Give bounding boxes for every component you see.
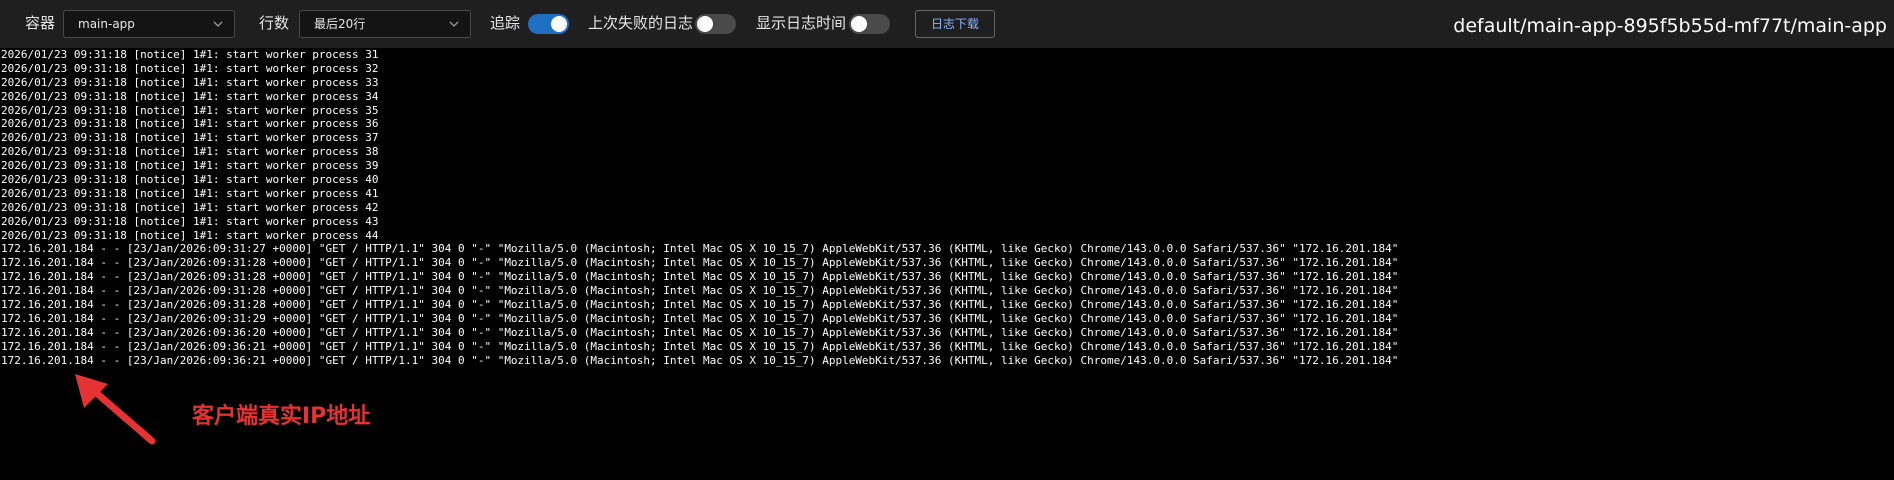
log-line: 2026/01/23 09:31:18 [notice] 1#1: start … — [1, 48, 379, 61]
previous-logs-label: 上次失败的日志 — [588, 14, 694, 32]
follow-toggle[interactable] — [528, 14, 569, 34]
previous-logs-toggle[interactable] — [695, 14, 736, 34]
red-arrow-icon — [75, 374, 156, 445]
log-line: 2026/01/23 09:31:18 [notice] 1#1: start … — [1, 75, 379, 89]
log-line: 172.16.201.184 - - [23/Jan/2026:09:31:28… — [1, 256, 1399, 270]
lines-select-value: 最后20行 — [314, 17, 366, 31]
log-line: 2026/01/23 09:31:18 [notice] 1#1: start … — [1, 145, 379, 159]
toggle-knob — [851, 16, 867, 32]
log-line: 2026/01/23 09:31:18 [notice] 1#1: start … — [1, 61, 379, 75]
lines-select[interactable]: 最后20行 — [299, 10, 471, 38]
timestamps-toggle[interactable] — [849, 14, 890, 34]
log-line: 2026/01/23 09:31:18 [notice] 1#1: start … — [1, 131, 379, 145]
annotation-label: 客户端真实IP地址 — [192, 404, 371, 429]
log-viewer: 容器 main-app 行数 最后20行 追踪 上次失败的日志 显示日志时间 日… — [0, 0, 1894, 480]
pod-container-path: default/main-app-895f5b55d-mf77t/main-ap… — [1453, 15, 1887, 37]
log-line: 172.16.201.184 - - [23/Jan/2026:09:31:28… — [1, 284, 1399, 298]
log-line: 172.16.201.184 - - [23/Jan/2026:09:31:28… — [1, 270, 1399, 284]
log-line: 172.16.201.184 - - [23/Jan/2026:09:31:27… — [1, 242, 1399, 256]
log-lines: 2026/01/23 09:31:18 [notice] 1#1: start … — [1, 48, 1398, 367]
container-select[interactable]: main-app — [63, 10, 235, 38]
log-toolbar: 容器 main-app 行数 最后20行 追踪 上次失败的日志 显示日志时间 日… — [0, 0, 1894, 48]
chevron-down-icon — [213, 21, 223, 27]
log-line: 172.16.201.184 - - [23/Jan/2026:09:36:20… — [1, 325, 1399, 339]
timestamps-label: 显示日志时间 — [756, 14, 847, 32]
log-line: 2026/01/23 09:31:18 [notice] 1#1: start … — [1, 159, 379, 173]
log-line: 172.16.201.184 - - [23/Jan/2026:09:36:21… — [1, 353, 1399, 367]
chevron-down-icon — [449, 21, 459, 27]
log-line: 172.16.201.184 - - [23/Jan/2026:09:31:28… — [1, 298, 1399, 312]
lines-label: 行数 — [259, 14, 290, 32]
follow-label: 追踪 — [490, 14, 521, 32]
toggle-knob — [551, 16, 567, 32]
log-line: 172.16.201.184 - - [23/Jan/2026:09:36:21… — [1, 339, 1399, 353]
toggle-knob — [697, 16, 713, 32]
log-line: 2026/01/23 09:31:18 [notice] 1#1: start … — [1, 103, 379, 117]
log-line: 2026/01/23 09:31:18 [notice] 1#1: start … — [1, 214, 379, 228]
container-select-value: main-app — [78, 17, 135, 31]
download-logs-button[interactable]: 日志下载 — [915, 10, 995, 38]
log-line: 172.16.201.184 - - [23/Jan/2026:09:31:29… — [1, 311, 1399, 325]
log-line: 2026/01/23 09:31:18 [notice] 1#1: start … — [1, 200, 379, 214]
log-line: 2026/01/23 09:31:18 [notice] 1#1: start … — [1, 186, 379, 200]
container-label: 容器 — [25, 14, 56, 32]
log-line: 2026/01/23 09:31:18 [notice] 1#1: start … — [1, 89, 379, 103]
log-line: 2026/01/23 09:31:18 [notice] 1#1: start … — [1, 117, 379, 131]
log-line: 2026/01/23 09:31:18 [notice] 1#1: start … — [1, 228, 379, 242]
log-line: 2026/01/23 09:31:18 [notice] 1#1: start … — [1, 173, 379, 187]
